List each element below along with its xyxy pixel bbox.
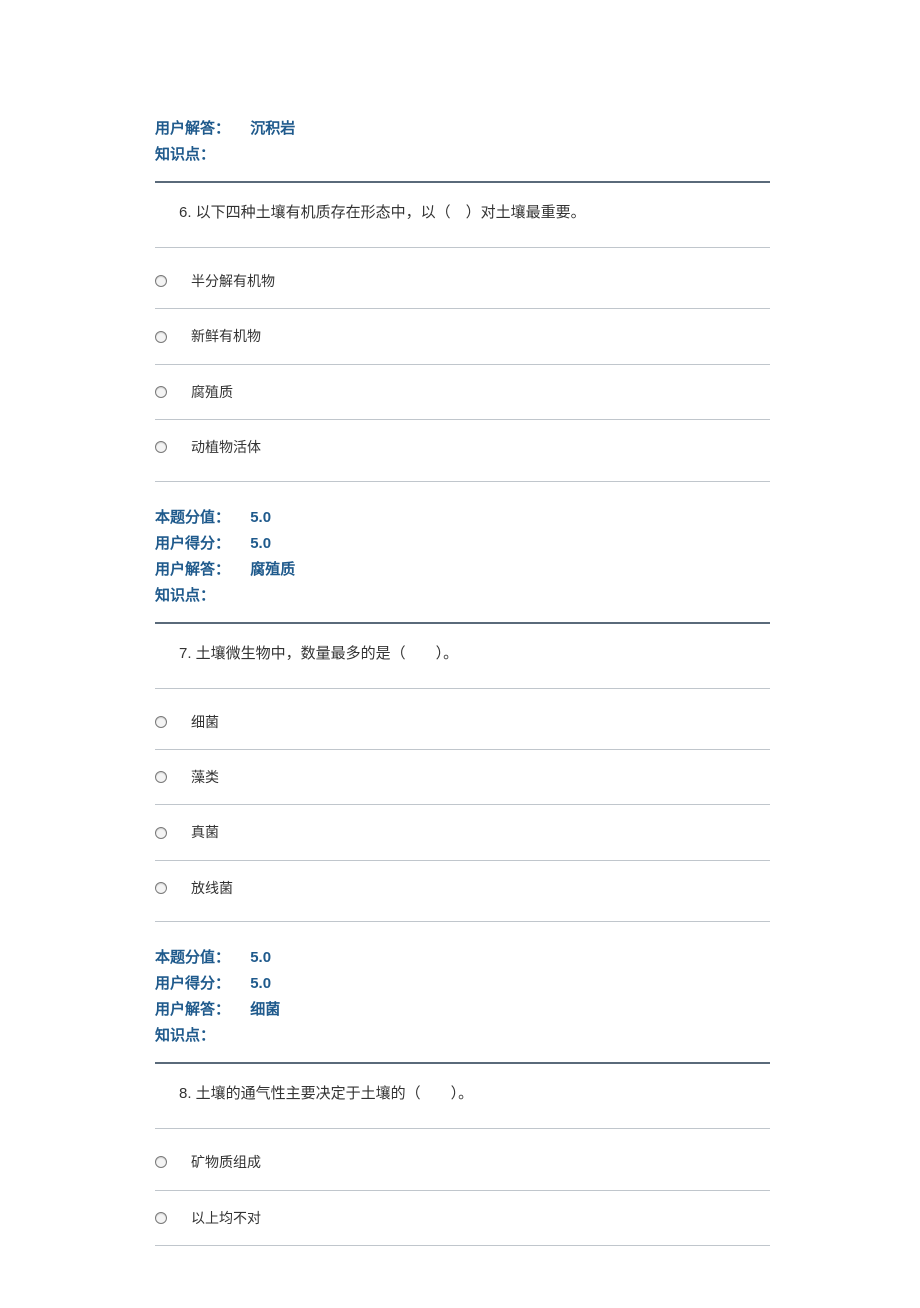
option-label: 动植物活体 bbox=[191, 436, 261, 458]
knowledge-point-label: 知识点： bbox=[155, 1027, 215, 1044]
option-label: 半分解有机物 bbox=[191, 270, 275, 292]
option-divider bbox=[155, 1190, 770, 1191]
user-score-label: 用户得分： bbox=[155, 975, 230, 992]
radio-icon[interactable] bbox=[155, 275, 167, 287]
section-divider bbox=[155, 622, 770, 624]
option-label: 真菌 bbox=[191, 821, 219, 843]
knowledge-point-label: 知识点： bbox=[155, 587, 215, 604]
radio-icon[interactable] bbox=[155, 827, 167, 839]
user-score-label: 用户得分： bbox=[155, 535, 230, 552]
user-answer-label: 用户解答： bbox=[155, 1001, 230, 1018]
option-row[interactable]: 真菌 bbox=[155, 817, 770, 847]
option-divider bbox=[155, 749, 770, 750]
option-row[interactable]: 新鲜有机物 bbox=[155, 321, 770, 351]
option-divider bbox=[155, 860, 770, 861]
radio-icon[interactable] bbox=[155, 441, 167, 453]
user-score-line: 用户得分： 5.0 bbox=[155, 972, 770, 996]
user-answer-value: 沉积岩 bbox=[250, 120, 295, 137]
user-answer-label: 用户解答： bbox=[155, 120, 230, 137]
option-label: 细菌 bbox=[191, 711, 219, 733]
option-label: 放线菌 bbox=[191, 877, 233, 899]
user-answer-label: 用户解答： bbox=[155, 561, 230, 578]
question-6-result: 本题分值： 5.0 用户得分： 5.0 用户解答： 腐殖质 知识点： bbox=[155, 506, 770, 608]
user-answer-line: 用户解答： 细菌 bbox=[155, 998, 770, 1022]
user-score-line: 用户得分： 5.0 bbox=[155, 532, 770, 556]
option-divider bbox=[155, 1245, 770, 1246]
option-row[interactable]: 腐殖质 bbox=[155, 377, 770, 407]
radio-icon[interactable] bbox=[155, 331, 167, 343]
user-score-value: 5.0 bbox=[250, 975, 271, 992]
knowledge-point-line: 知识点： bbox=[155, 1024, 770, 1048]
knowledge-point-line: 知识点： bbox=[155, 143, 770, 167]
option-divider bbox=[155, 419, 770, 420]
question-7-options: 细菌 藻类 真菌 放线菌 bbox=[155, 688, 770, 923]
option-label: 腐殖质 bbox=[191, 381, 233, 403]
option-row[interactable]: 藻类 bbox=[155, 762, 770, 792]
option-row[interactable]: 细菌 bbox=[155, 707, 770, 737]
prev-result-block: 用户解答： 沉积岩 知识点： bbox=[155, 117, 770, 167]
option-divider bbox=[155, 364, 770, 365]
option-label: 以上均不对 bbox=[191, 1207, 261, 1229]
option-label: 新鲜有机物 bbox=[191, 325, 261, 347]
question-score-line: 本题分值： 5.0 bbox=[155, 506, 770, 530]
knowledge-point-label: 知识点： bbox=[155, 146, 215, 163]
knowledge-point-line: 知识点： bbox=[155, 584, 770, 608]
radio-icon[interactable] bbox=[155, 1212, 167, 1224]
option-row[interactable]: 以上均不对 bbox=[155, 1203, 770, 1233]
option-row[interactable]: 矿物质组成 bbox=[155, 1147, 770, 1177]
question-7-result: 本题分值： 5.0 用户得分： 5.0 用户解答： 细菌 知识点： bbox=[155, 946, 770, 1048]
option-label: 矿物质组成 bbox=[191, 1151, 261, 1173]
section-divider bbox=[155, 1062, 770, 1064]
option-row[interactable]: 动植物活体 bbox=[155, 432, 770, 462]
radio-icon[interactable] bbox=[155, 882, 167, 894]
option-row[interactable]: 放线菌 bbox=[155, 873, 770, 903]
user-answer-line: 用户解答： 腐殖质 bbox=[155, 558, 770, 582]
question-6-stem: 6. 以下四种土壤有机质存在形态中，以（ ）对土壤最重要。 bbox=[155, 201, 770, 225]
question-8-options: 矿物质组成 以上均不对 bbox=[155, 1128, 770, 1268]
option-divider bbox=[155, 308, 770, 309]
radio-icon[interactable] bbox=[155, 386, 167, 398]
user-answer-value: 腐殖质 bbox=[250, 561, 295, 578]
option-divider bbox=[155, 804, 770, 805]
question-score-value: 5.0 bbox=[250, 509, 271, 526]
option-row[interactable]: 半分解有机物 bbox=[155, 266, 770, 296]
question-7-stem: 7. 土壤微生物中，数量最多的是（ ）。 bbox=[155, 642, 770, 666]
radio-icon[interactable] bbox=[155, 771, 167, 783]
option-label: 藻类 bbox=[191, 766, 219, 788]
question-score-label: 本题分值： bbox=[155, 949, 230, 966]
user-score-value: 5.0 bbox=[250, 535, 271, 552]
radio-icon[interactable] bbox=[155, 1156, 167, 1168]
user-answer-value: 细菌 bbox=[250, 1001, 280, 1018]
question-8-stem: 8. 土壤的通气性主要决定于土壤的（ ）。 bbox=[155, 1082, 770, 1106]
question-score-label: 本题分值： bbox=[155, 509, 230, 526]
question-6-options: 半分解有机物 新鲜有机物 腐殖质 动植物活体 bbox=[155, 247, 770, 482]
section-divider bbox=[155, 181, 770, 183]
radio-icon[interactable] bbox=[155, 716, 167, 728]
question-score-value: 5.0 bbox=[250, 949, 271, 966]
question-score-line: 本题分值： 5.0 bbox=[155, 946, 770, 970]
user-answer-line: 用户解答： 沉积岩 bbox=[155, 117, 770, 141]
